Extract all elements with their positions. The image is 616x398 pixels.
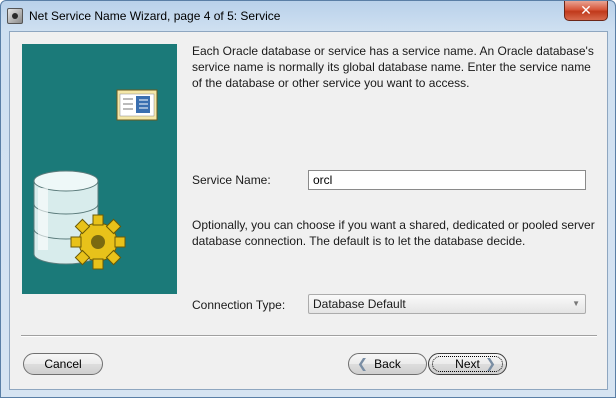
wizard-banner	[22, 44, 177, 294]
app-icon[interactable]	[7, 8, 23, 24]
title-bar[interactable]: Net Service Name Wizard, page 4 of 5: Se…	[1, 1, 615, 31]
chevron-left-icon: ❮	[357, 356, 368, 371]
cancel-button[interactable]: Cancel	[23, 353, 103, 375]
connection-info-text: Optionally, you can choose if you want a…	[192, 218, 595, 248]
connection-type-value: Database Default	[313, 297, 406, 311]
next-button-label: Next	[455, 357, 480, 371]
next-button[interactable]: Next ❯	[428, 353, 507, 375]
back-button[interactable]: ❮ Back	[348, 353, 427, 375]
button-separator	[21, 335, 597, 337]
connection-type-label: Connection Type:	[192, 298, 286, 312]
gear-icon	[70, 214, 126, 270]
intro-text: Each Oracle database or service has a se…	[192, 44, 594, 90]
wizard-window: Net Service Name Wizard, page 4 of 5: Se…	[0, 0, 616, 398]
database-gear-illustration	[33, 89, 158, 270]
service-name-input[interactable]	[308, 170, 586, 190]
window-title: Net Service Name Wizard, page 4 of 5: Se…	[29, 9, 281, 23]
close-icon: ✕	[580, 2, 592, 18]
cancel-button-label: Cancel	[44, 357, 82, 371]
back-button-label: Back	[374, 357, 401, 371]
document-icon	[116, 89, 158, 121]
service-name-label: Service Name:	[192, 173, 271, 187]
wizard-content: Each Oracle database or service has a se…	[9, 31, 608, 390]
chevron-down-icon: ▼	[572, 299, 580, 308]
chevron-right-icon: ❯	[485, 356, 496, 371]
close-button[interactable]: ✕	[564, 1, 608, 21]
connection-type-select[interactable]: Database Default ▼	[308, 294, 586, 314]
